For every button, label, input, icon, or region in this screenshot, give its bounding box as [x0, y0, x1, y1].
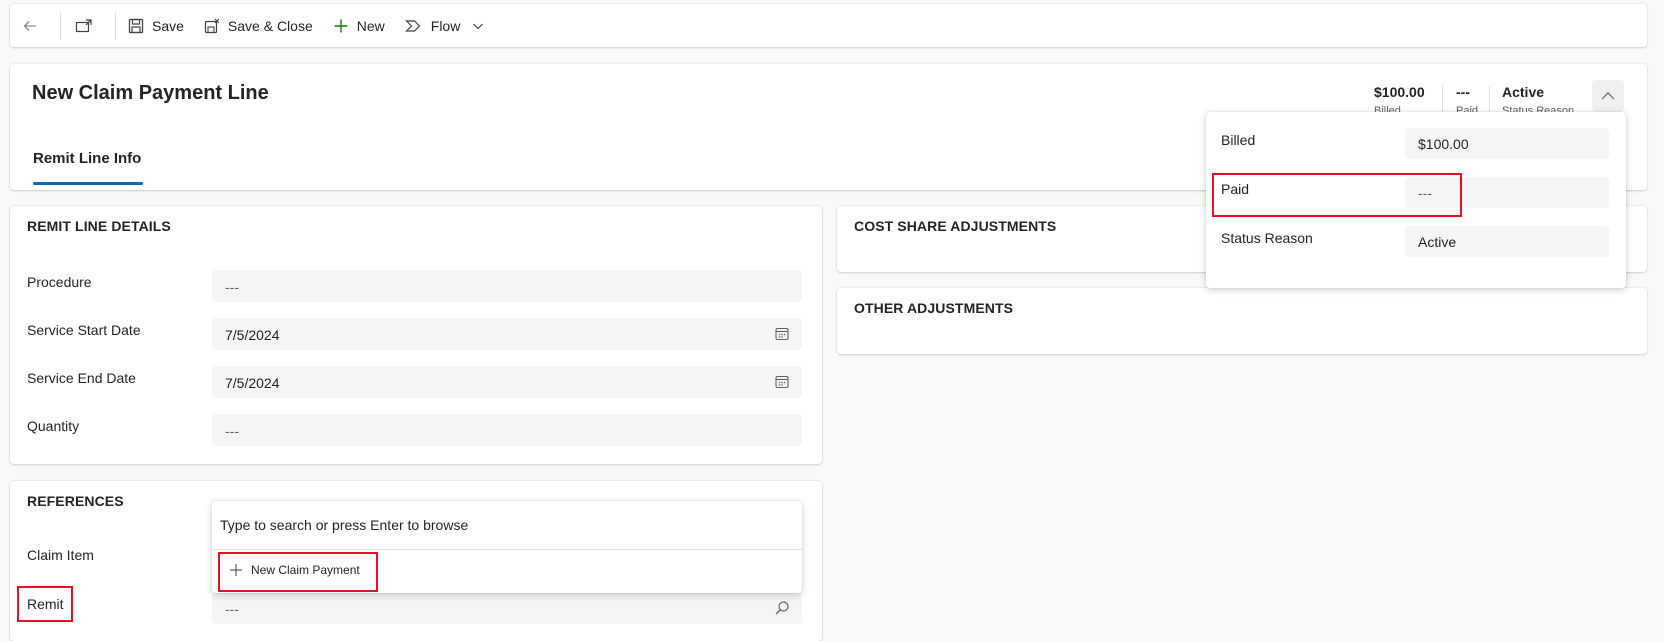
service-start-date-label: Service Start Date	[27, 322, 141, 338]
header-fields-flyout: Billed $100.00 Paid --- Status Reason Ac…	[1206, 112, 1626, 288]
header-status-label: Status Reason	[1502, 105, 1575, 112]
new-button[interactable]: New	[323, 4, 395, 47]
save-button[interactable]: Save	[118, 4, 194, 47]
toolbar-divider	[60, 11, 61, 40]
dropdown-divider	[212, 549, 802, 550]
plus-icon	[230, 564, 242, 576]
calendar-icon[interactable]	[774, 374, 790, 390]
chevron-down-icon	[473, 23, 484, 29]
command-bar: Save Save & Close New Flow	[10, 4, 1647, 47]
new-claim-payment-button[interactable]: New Claim Payment	[229, 563, 360, 577]
flyout-paid-label: Paid	[1221, 181, 1250, 197]
remit-lookup-field[interactable]: ---	[212, 592, 802, 624]
service-start-date-field[interactable]: 7/5/2024	[212, 318, 802, 350]
flyout-billed-label: Billed	[1221, 132, 1256, 148]
section-other-adjustments: OTHER ADJUSTMENTS	[837, 288, 1647, 354]
flyout-status-field[interactable]: Active	[1405, 226, 1609, 257]
flow-label: Flow	[430, 17, 461, 34]
quantity-field[interactable]: ---	[212, 414, 802, 446]
flyout-billed-field[interactable]: $100.00	[1405, 128, 1609, 159]
save-and-close-button[interactable]: Save & Close	[194, 4, 323, 47]
new-label: New	[356, 17, 385, 34]
service-end-date-field[interactable]: 7/5/2024	[212, 366, 802, 398]
lookup-search-hint[interactable]: Type to search or press Enter to browse	[220, 517, 468, 533]
save-icon	[128, 18, 144, 33]
header-billed-value: $100.00	[1374, 84, 1425, 100]
header-billed-label: Billed	[1374, 105, 1401, 112]
save-close-label: Save & Close	[227, 17, 313, 34]
lookup-dropdown: Type to search or press Enter to browse …	[212, 501, 802, 593]
header-divider	[1489, 86, 1490, 114]
service-start-date-value: 7/5/2024	[225, 327, 280, 343]
flow-icon	[404, 19, 421, 32]
tab-remit-line-info[interactable]: Remit Line Info	[33, 150, 141, 167]
remit-lookup-value: ---	[225, 601, 239, 617]
section-title: OTHER ADJUSTMENTS	[854, 300, 1014, 316]
new-claim-payment-label: New Claim Payment	[251, 563, 360, 577]
plus-icon	[334, 19, 348, 32]
back-button[interactable]	[10, 4, 58, 47]
header-status-value: Active	[1502, 84, 1545, 100]
flow-button[interactable]: Flow	[395, 4, 495, 47]
save-close-icon	[204, 18, 220, 33]
quantity-label: Quantity	[27, 418, 80, 434]
section-title: REMIT LINE DETAILS	[27, 218, 171, 234]
tab-selected-indicator	[33, 182, 143, 185]
search-icon[interactable]	[774, 600, 790, 616]
save-label: Save	[152, 17, 184, 34]
flyout-paid-field[interactable]: ---	[1405, 177, 1609, 208]
section-title: REFERENCES	[27, 493, 124, 509]
header-collapse-button[interactable]	[1592, 80, 1624, 112]
toolbar-divider	[115, 11, 116, 40]
service-end-date-value: 7/5/2024	[225, 375, 280, 391]
header-paid-label: Paid	[1456, 105, 1479, 112]
flyout-status-label: Status Reason	[1221, 230, 1313, 246]
page-title: New Claim Payment Line	[32, 82, 269, 104]
popout-button[interactable]	[63, 4, 113, 47]
chevron-up-icon	[1601, 92, 1615, 100]
procedure-label: Procedure	[27, 274, 92, 290]
section-title: COST SHARE ADJUSTMENTS	[854, 218, 1057, 234]
header-divider	[1442, 86, 1443, 114]
back-arrow-icon	[23, 20, 36, 31]
claim-item-label: Claim Item	[27, 547, 94, 563]
header-paid-value: ---	[1456, 84, 1470, 100]
popout-icon	[75, 18, 92, 32]
section-remit-line-details: REMIT LINE DETAILS Procedure --- Service…	[10, 206, 822, 464]
procedure-field[interactable]: ---	[212, 270, 802, 302]
remit-label: Remit	[27, 596, 64, 612]
service-end-date-label: Service End Date	[27, 370, 136, 386]
calendar-icon[interactable]	[774, 326, 790, 342]
